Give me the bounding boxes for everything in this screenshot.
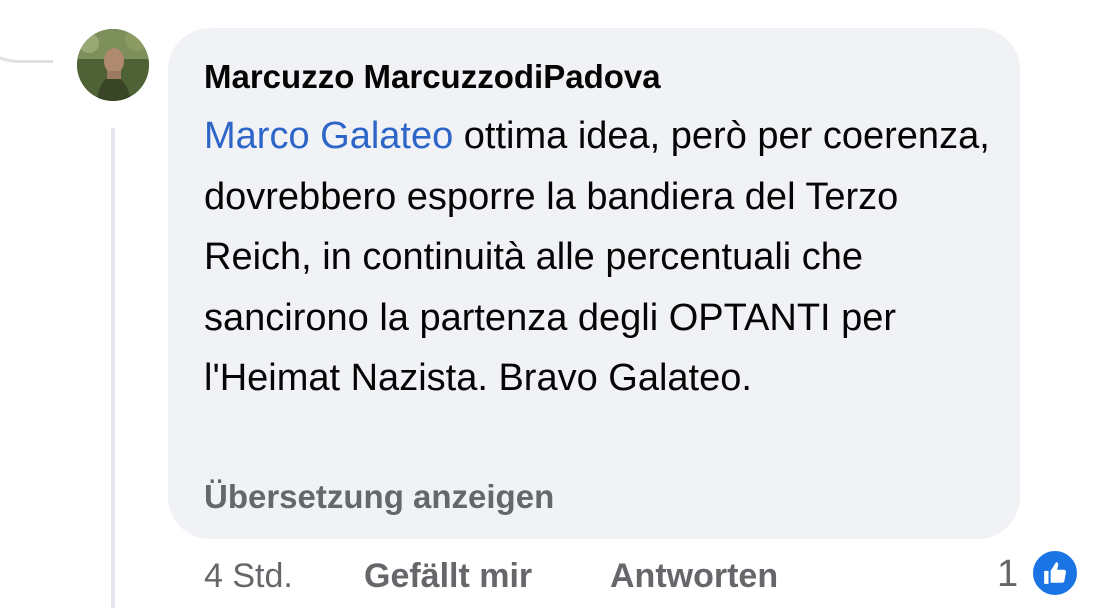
- comment-thread: Marcuzzo MarcuzzodiPadova Marco Galateo …: [0, 0, 1103, 608]
- like-button[interactable]: Gefällt mir: [364, 557, 532, 596]
- translate-link[interactable]: Übersetzung anzeigen: [204, 478, 554, 516]
- comment-body: ottima idea, però per coerenza, dovrebbe…: [204, 115, 990, 399]
- comment-timestamp[interactable]: 4 Std.: [204, 557, 293, 596]
- thread-connector: [0, 0, 53, 63]
- reaction-count[interactable]: 1: [997, 553, 1018, 596]
- comment-bubble: Marcuzzo MarcuzzodiPadova Marco Galateo …: [168, 28, 1020, 539]
- avatar[interactable]: [77, 29, 149, 101]
- thumbs-up-icon[interactable]: [1030, 548, 1080, 598]
- thread-line: [111, 128, 115, 608]
- reply-button[interactable]: Antworten: [610, 557, 778, 596]
- comment-author[interactable]: Marcuzzo MarcuzzodiPadova: [204, 58, 661, 96]
- mention-link[interactable]: Marco Galateo: [204, 115, 453, 157]
- comment-text: Marco Galateo ottima idea, però per coer…: [204, 106, 1004, 409]
